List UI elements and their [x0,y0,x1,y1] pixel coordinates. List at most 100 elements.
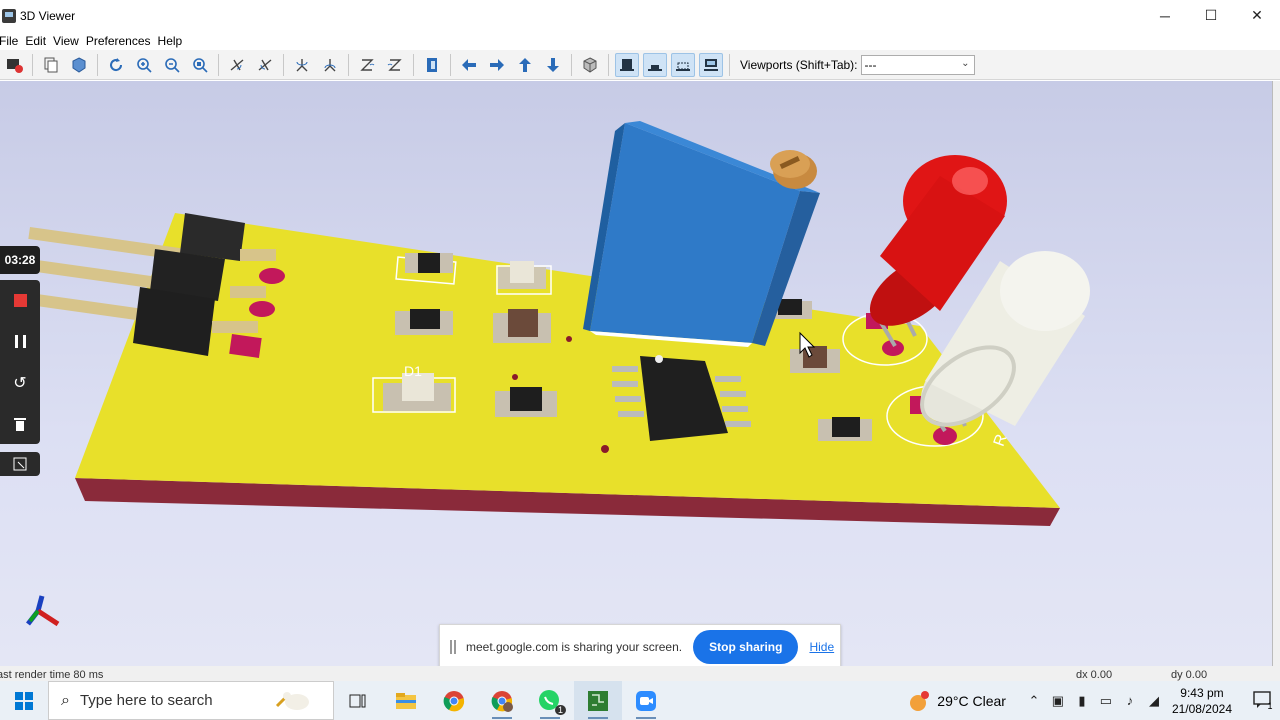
show-not-in-bom-button[interactable] [699,52,723,77]
annotate-button[interactable] [0,452,40,476]
battery-icon[interactable]: ▭ [1094,693,1118,709]
speaker-icon[interactable]: ♪ [1118,693,1142,708]
chevron-down-icon: ⌄ [961,57,970,69]
zoom-app-icon [636,690,656,711]
status-bar: ast render time 80 ms dx 0.00 dy 0.00 [0,666,1280,681]
toolbar-separator [413,53,414,76]
side-panel-edge [1272,81,1280,666]
pcb-render: R D1 [26,121,1090,627]
weather-widget[interactable]: 29°C Clear [907,690,1006,712]
rotate-z-cw-button[interactable] [355,53,379,77]
microphone-icon[interactable]: ▮ [1070,693,1094,709]
folder-icon [396,692,416,709]
rotate-x-icon [230,58,244,71]
rotate-y-ccw-button[interactable] [318,53,342,77]
hide-banner-link[interactable]: Hide [809,640,834,654]
move-down-button[interactable] [541,53,565,77]
whatsapp-button[interactable]: 1 [526,681,574,720]
taskbar-search[interactable]: ⌕ Type here to search [48,681,334,720]
chrome-profile-button[interactable] [478,681,526,720]
stop-recording-button[interactable] [0,280,40,321]
weather-sun-icon [910,690,930,711]
zoom-in-button[interactable] [132,53,156,77]
chevron-up-icon[interactable]: ⌃ [1022,693,1046,709]
whatsapp-badge: 1 [554,705,566,715]
toolbar-separator [348,53,349,76]
axes-gizmo [26,595,60,627]
dx-status: dx 0.00 [1076,669,1113,681]
minimize-button[interactable]: ─ [1142,0,1188,31]
toolbar: Viewports (Shift+Tab): --- ⌄ [0,50,1280,80]
render-time-status: ast render time 80 ms [0,669,104,681]
close-button[interactable]: ✕ [1234,0,1280,31]
dy-status: dy 0.00 [1171,669,1208,681]
menu-view[interactable]: View [53,34,86,48]
move-right-button[interactable] [485,53,509,77]
rotate-x-cw-button[interactable] [225,53,249,77]
flip-icon [427,57,437,72]
render-icon [7,58,23,73]
file-explorer-button[interactable] [382,681,430,720]
show-smd-button[interactable] [643,52,667,77]
pause-button[interactable] [0,321,40,362]
stop-sharing-button[interactable]: Stop sharing [693,630,799,664]
rotate-z-ccw-button[interactable] [383,53,407,77]
viewports-label: Viewports (Shift+Tab): [740,57,858,72]
menu-preferences[interactable]: Preferences [86,34,158,48]
zoom-out-icon [165,57,180,73]
pause-icon [14,335,26,348]
menu-edit[interactable]: Edit [25,34,53,48]
rotate-z-icon [360,58,375,71]
menu-bar: File Edit View Preferences Help [0,31,1280,50]
search-icon: ⌕ [61,691,70,709]
raytracing-button[interactable] [67,53,91,77]
share-message: meet.google.com is sharing your screen. [466,640,683,654]
annotate-icon [13,457,27,471]
task-view-button[interactable] [334,681,382,720]
maximize-button[interactable]: ☐ [1188,0,1234,31]
copy-image-button[interactable] [39,53,63,77]
rotate-y-cw-button[interactable] [290,53,314,77]
delete-button[interactable] [0,403,40,444]
reload-button[interactable] [104,53,128,77]
flip-board-button[interactable] [420,53,444,77]
viewports-dropdown[interactable]: --- ⌄ [860,54,975,75]
move-up-button[interactable] [513,53,537,77]
smd-icon [648,64,662,71]
render-options-button[interactable] [2,53,26,77]
orthographic-button[interactable] [578,53,602,77]
menu-help[interactable]: Help [158,34,190,48]
show-footprints-button[interactable] [615,52,639,77]
drag-handle-icon[interactable] [450,640,456,654]
pcb-editor-button[interactable] [574,681,622,720]
clock[interactable]: 9:43 pm 21/08/2024 [1172,685,1232,717]
zoom-app-button[interactable] [622,681,670,720]
weather-text: 29°C Clear [937,692,1006,709]
rotate-x-icon [258,58,272,71]
silkscreen-d1: D1 [404,363,422,379]
zoom-out-button[interactable] [160,53,184,77]
meet-icon[interactable]: ▣ [1046,693,1070,709]
chrome-button[interactable] [430,681,478,720]
start-button[interactable] [0,681,48,720]
toolbar-separator [608,53,609,76]
screen-share-banner: meet.google.com is sharing your screen. … [439,624,841,670]
show-virtual-button[interactable] [671,52,695,77]
menu-file[interactable]: File [0,34,25,48]
move-left-button[interactable] [457,53,481,77]
rotate-y-icon [324,58,336,71]
toolbar-separator [571,53,572,76]
notification-count: 1 [1267,700,1273,711]
arrow-down-icon [547,57,559,72]
bom-icon [704,58,718,71]
toolbar-separator [97,53,98,76]
3d-viewport[interactable]: R D1 03:28 ↺ [0,81,1272,666]
wifi-icon[interactable]: ◢ [1142,693,1166,709]
zoom-fit-button[interactable] [188,53,212,77]
arrow-right-icon [490,58,504,71]
pcb-icon [588,690,608,711]
notification-button[interactable]: 1 [1246,690,1280,711]
rotate-x-ccw-button[interactable] [253,53,277,77]
refresh-icon [110,57,123,71]
restart-button[interactable]: ↺ [0,362,40,403]
